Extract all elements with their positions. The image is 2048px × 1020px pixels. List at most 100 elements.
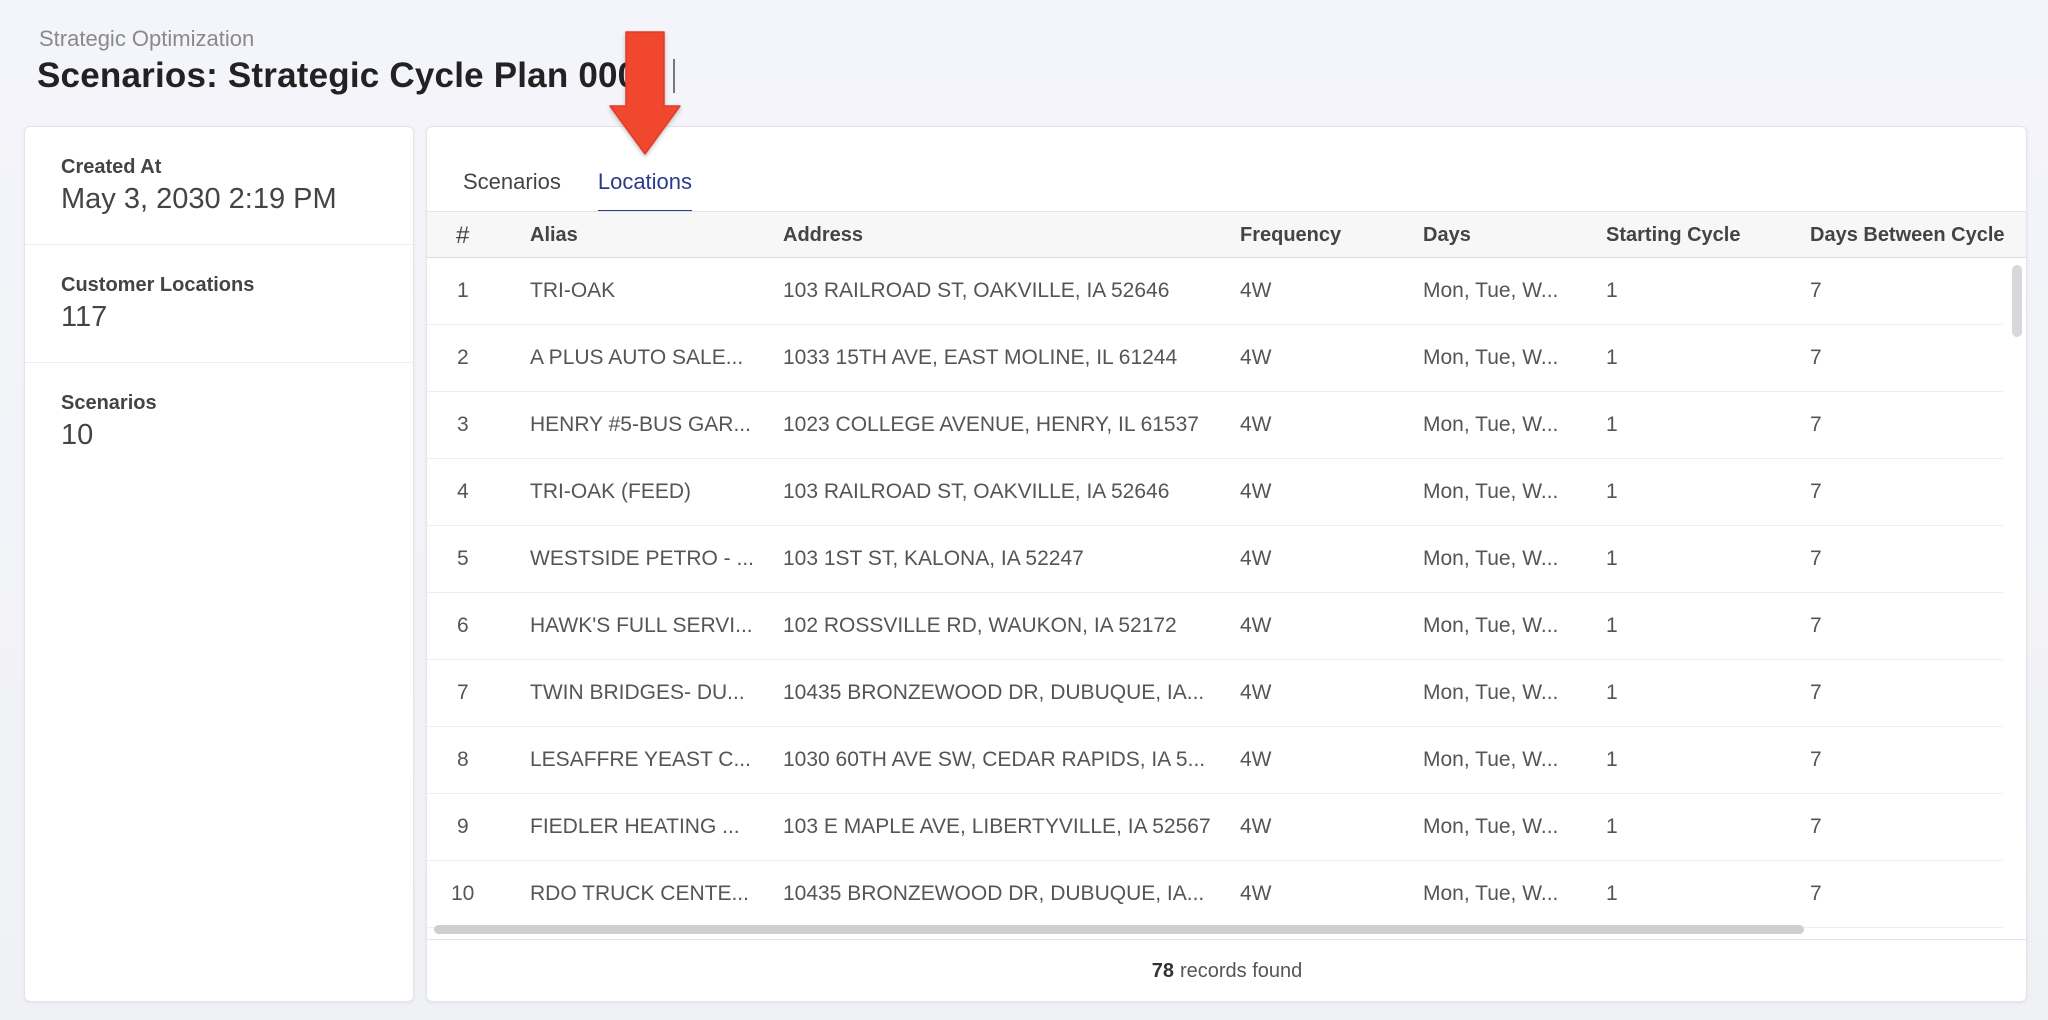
cell-address: 103 RAILROAD ST, OAKVILLE, IA 52646: [783, 480, 1170, 503]
table-row[interactable]: 3 HENRY #5-BUS GAR... 1023 COLLEGE AVENUE,…: [427, 392, 2003, 459]
column-header-frequency[interactable]: Frequency: [1240, 224, 1341, 247]
table-footer: 78 records found: [427, 939, 2026, 1001]
cell-alias: TRI-OAK (FEED): [530, 480, 691, 503]
table-row[interactable]: 10 RDO TRUCK CENTE... 10435 BRONZEWOOD DR,…: [427, 861, 2003, 928]
created-at-value: May 3, 2030 2:19 PM: [61, 182, 337, 215]
scenarios-value: 10: [61, 419, 94, 451]
cell-days: Mon, Tue, W...: [1423, 547, 1559, 570]
cell-address: 1030 60TH AVE SW, CEDAR RAPIDS, IA 5...: [783, 748, 1206, 771]
cell-number: 10: [451, 882, 475, 905]
records-label: records found: [1179, 960, 1303, 982]
column-header-days-between-cycle[interactable]: Days Between Cycle: [1810, 224, 2005, 247]
column-header-starting-cycle[interactable]: Starting Cycle: [1606, 224, 1740, 247]
table-header: # Alias Address Frequency Days Starting …: [427, 211, 2026, 258]
main-panel: Scenarios Locations # Alias Address Freq…: [426, 126, 2027, 1002]
cell-alias: HENRY #5-BUS GAR...: [530, 413, 751, 436]
page-title-wrap: Scenarios: Strategic Cycle Plan 0001: [37, 56, 676, 96]
horizontal-scrollbar[interactable]: [434, 925, 1804, 934]
column-header-number[interactable]: #: [456, 222, 469, 250]
cell-address: 102 ROSSVILLE RD, WAUKON, IA 52172: [783, 614, 1177, 637]
cell-number: 4: [457, 480, 469, 503]
locations-table: # Alias Address Frequency Days Starting …: [427, 211, 2026, 928]
cell-alias: HAWK'S FULL SERVI...: [530, 614, 753, 637]
cell-number: 2: [457, 346, 469, 369]
cell-starting-cycle: 1: [1606, 279, 1618, 302]
cell-days: Mon, Tue, W...: [1423, 279, 1559, 302]
cell-address: 1033 15TH AVE, EAST MOLINE, IL 61244: [783, 346, 1178, 369]
cell-days-between-cycle: 7: [1810, 614, 1822, 637]
cell-alias: TWIN BRIDGES- DU...: [530, 681, 745, 704]
cell-frequency: 4W: [1240, 547, 1272, 570]
table-row[interactable]: 2 A PLUS AUTO SALE... 1033 15TH AVE, EAST …: [427, 325, 2003, 392]
summary-panel: Created At May 3, 2030 2:19 PM Customer …: [24, 126, 414, 1002]
cell-starting-cycle: 1: [1606, 480, 1618, 503]
customer-locations-value: 117: [61, 300, 108, 333]
cell-starting-cycle: 1: [1606, 748, 1618, 771]
cell-days-between-cycle: 7: [1810, 748, 1822, 771]
cell-days: Mon, Tue, W...: [1423, 480, 1559, 503]
cell-days: Mon, Tue, W...: [1423, 815, 1559, 838]
table-body: 1 TRI-OAK 103 RAILROAD ST, OAKVILLE, IA 52…: [427, 258, 2026, 928]
cell-days-between-cycle: 7: [1810, 815, 1822, 838]
cell-address: 10435 BRONZEWOOD DR, DUBUQUE, IA...: [783, 882, 1205, 905]
tab-locations[interactable]: Locations: [597, 157, 693, 212]
table-row[interactable]: 8 LESAFFRE YEAST C... 1030 60TH AVE SW, CE…: [427, 727, 2003, 794]
table-row[interactable]: 7 TWIN BRIDGES- DU... 10435 BRONZEWOOD DR,…: [427, 660, 2003, 727]
cell-days-between-cycle: 7: [1810, 279, 1822, 302]
cell-days-between-cycle: 7: [1810, 346, 1822, 369]
customer-locations-stat: Customer Locations 117: [25, 245, 413, 363]
cell-number: 1: [457, 279, 469, 302]
cell-starting-cycle: 1: [1606, 882, 1618, 905]
created-at-label: Created At: [61, 155, 162, 178]
breadcrumb[interactable]: Strategic Optimization: [39, 26, 254, 52]
column-header-days[interactable]: Days: [1423, 224, 1471, 247]
tab-scenarios[interactable]: Scenarios: [463, 157, 561, 209]
cell-frequency: 4W: [1240, 681, 1272, 704]
table-row[interactable]: 9 FIEDLER HEATING ... 103 E MAPLE AVE, LIB…: [427, 794, 2003, 861]
cell-starting-cycle: 1: [1606, 815, 1618, 838]
cell-frequency: 4W: [1240, 748, 1272, 771]
cell-number: 5: [457, 547, 469, 570]
cell-days: Mon, Tue, W...: [1423, 882, 1559, 905]
down-arrow-icon: [609, 31, 681, 155]
cell-days: Mon, Tue, W...: [1423, 748, 1559, 771]
tab-bar: Scenarios Locations: [463, 157, 729, 212]
cell-number: 6: [457, 614, 469, 637]
cell-alias: A PLUS AUTO SALE...: [530, 346, 744, 369]
scenarios-label: Scenarios: [61, 392, 157, 414]
cell-alias: WESTSIDE PETRO - ...: [530, 547, 755, 570]
cell-address: 1023 COLLEGE AVENUE, HENRY, IL 61537: [783, 413, 1199, 436]
cell-alias: RDO TRUCK CENTE...: [530, 882, 749, 905]
table-row[interactable]: 5 WESTSIDE PETRO - ... 103 1ST ST, KALONA,…: [427, 526, 2003, 593]
cell-number: 3: [457, 413, 469, 436]
cell-frequency: 4W: [1240, 882, 1272, 905]
table-row[interactable]: 6 HAWK'S FULL SERVI... 102 ROSSVILLE RD, W…: [427, 593, 2003, 660]
cell-frequency: 4W: [1240, 346, 1272, 369]
cell-days-between-cycle: 7: [1810, 681, 1822, 704]
customer-locations-label: Customer Locations: [61, 273, 255, 296]
column-header-alias[interactable]: Alias: [530, 224, 578, 247]
cell-address: 103 E MAPLE AVE, LIBERTYVILLE, IA 52567: [783, 815, 1211, 838]
cell-address: 10435 BRONZEWOOD DR, DUBUQUE, IA...: [783, 681, 1205, 704]
cell-number: 9: [457, 815, 469, 838]
cell-starting-cycle: 1: [1606, 413, 1618, 436]
vertical-scrollbar[interactable]: [2012, 265, 2022, 337]
cell-days-between-cycle: 7: [1810, 882, 1822, 905]
cell-frequency: 4W: [1240, 413, 1272, 436]
table-row[interactable]: 4 TRI-OAK (FEED) 103 RAILROAD ST, OAKVILLE…: [427, 459, 2003, 526]
cell-starting-cycle: 1: [1606, 547, 1618, 570]
cell-days: Mon, Tue, W...: [1423, 413, 1559, 436]
cell-alias: TRI-OAK: [530, 279, 616, 302]
cell-address: 103 RAILROAD ST, OAKVILLE, IA 52646: [783, 279, 1170, 302]
cell-number: 7: [457, 681, 469, 704]
cell-days-between-cycle: 7: [1810, 413, 1822, 436]
scenarios-stat: Scenarios 10: [25, 363, 413, 481]
cell-frequency: 4W: [1240, 815, 1272, 838]
cell-number: 8: [457, 748, 469, 771]
table-row[interactable]: 1 TRI-OAK 103 RAILROAD ST, OAKVILLE, IA 52…: [427, 258, 2003, 325]
column-header-address[interactable]: Address: [783, 224, 863, 247]
created-at-stat: Created At May 3, 2030 2:19 PM: [25, 127, 413, 245]
cell-alias: LESAFFRE YEAST C...: [530, 748, 751, 771]
cell-address: 103 1ST ST, KALONA, IA 52247: [783, 547, 1084, 570]
cell-days: Mon, Tue, W...: [1423, 681, 1559, 704]
